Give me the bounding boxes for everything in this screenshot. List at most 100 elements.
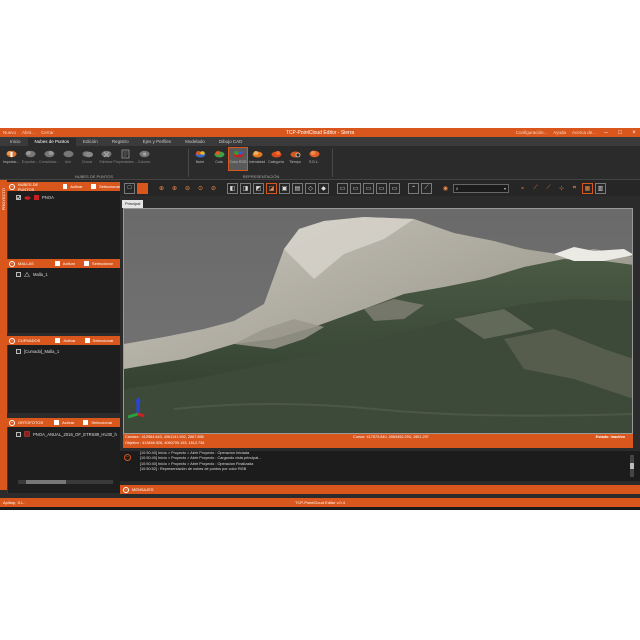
render-cota-button[interactable]: Cota [210,148,228,170]
list-item[interactable]: [Curvado]_Malla_1 [8,345,120,354]
view-bottom-icon[interactable]: ◨ [240,182,251,194]
tab-modelado[interactable]: Modelado [178,138,212,146]
list-item[interactable]: Malla_1 [8,268,120,277]
about-link[interactable]: Acerca de... [572,130,596,135]
monitor-4-icon[interactable]: ▭ [376,182,387,194]
zoom-in-icon[interactable]: ⊕ [169,183,180,194]
line-icon[interactable]: ⟋ [543,183,554,194]
collapse-icon[interactable]: − [9,183,15,190]
polyline-icon[interactable]: ⟋ [530,183,541,194]
collapse-icon[interactable]: − [124,454,131,461]
view-top-icon[interactable]: ◧ [227,182,238,194]
tab-principal[interactable]: Principal [122,200,144,208]
open-button[interactable]: Abrir... [22,130,35,135]
select-checkbox[interactable] [83,420,89,425]
view-front-icon[interactable]: ▣ [279,182,290,194]
zoom-extents-icon[interactable]: ⊕ [156,183,167,194]
close-icon[interactable]: × [630,130,638,136]
render-nube-button[interactable]: Nube [191,148,209,170]
item-checkbox[interactable] [16,349,21,354]
merge-button[interactable]: Unir [59,148,77,170]
level-dropdown[interactable]: 0 ▾ [453,183,509,193]
orange-square-icon[interactable] [137,182,148,194]
item-checkbox[interactable] [16,431,21,437]
rectangle-select-icon[interactable]: □ [124,182,135,194]
new-button[interactable]: Nuevo [3,130,16,135]
monitor-2-icon[interactable]: ▭ [350,182,361,194]
clone-button[interactable]: Clonar [78,148,96,170]
measure-icon[interactable]: ⟋ [421,182,432,194]
help-link[interactable]: Ayuda [553,130,566,135]
zoom-window-icon[interactable]: ⊙ [195,183,206,194]
tab-ejes-y-perfiles[interactable]: Ejes y Perfiles [136,138,179,146]
render-tiempo-button[interactable]: Tiempo [286,148,304,170]
activate-checkbox[interactable] [54,261,60,266]
layout-list-icon[interactable]: ▥ [595,182,606,194]
colors-button[interactable]: Colores [135,148,153,170]
ruler-icon[interactable]: ⌗ [569,183,580,194]
messages-header[interactable]: − MENSAJES [120,485,640,494]
3d-viewport[interactable] [123,208,633,434]
color-swatch[interactable] [34,195,39,200]
contours-header[interactable]: − CURVADOS Activar Seleccionar [7,336,120,345]
horizontal-scrollbar[interactable] [18,480,113,484]
contours-title: CURVADOS [18,338,41,343]
scrollbar-thumb[interactable] [26,480,66,484]
view-iso2-icon[interactable]: ◆ [318,182,329,194]
monitor-5-icon[interactable]: ▭ [389,182,400,194]
maximize-icon[interactable]: □ [616,130,624,136]
view-back-icon[interactable]: ▤ [292,182,303,194]
consolidate-button[interactable]: Consolidar... [39,148,59,170]
point-icon[interactable]: ∘ [517,183,528,194]
point-clouds-header[interactable]: − NUBES DE PUNTOS Activar Seleccionar [7,182,120,192]
app-window: Nuevo Abrir... Cerrar TCP-PointCloud Edi… [0,128,640,510]
render-categoria-button[interactable]: Categoría [267,148,285,170]
properties-icon [121,149,129,159]
properties-button[interactable]: Propiedades... [113,148,137,170]
collapse-icon[interactable]: − [9,337,15,344]
monitor-1-icon[interactable]: ▭ [337,182,348,194]
activate-checkbox[interactable] [62,184,68,189]
activate-checkbox[interactable] [55,338,61,343]
select-checkbox[interactable] [91,184,97,189]
scrollbar-thumb[interactable] [630,463,634,469]
activate-checkbox[interactable] [54,420,60,425]
collapse-icon[interactable]: − [9,419,15,426]
profile-icon[interactable]: ⌃ [408,182,419,194]
export-button[interactable]: Exportar... [21,148,39,170]
collapse-icon[interactable]: − [9,260,15,267]
minimize-icon[interactable]: – [602,130,610,136]
zoom-previous-icon[interactable]: ⊘ [208,183,219,194]
sphere-icon[interactable]: ◉ [440,183,451,194]
close-project-button[interactable]: Cerrar [41,130,54,135]
list-item[interactable]: PNOA_ANUAL_2016_OF_ETRS89_HU30_h [8,427,120,437]
collapse-icon[interactable]: − [123,486,129,493]
render-intensidad-button[interactable]: Intensidad [248,148,266,170]
monitor-3-icon[interactable]: ▭ [363,182,374,194]
list-item[interactable]: PNOA [8,191,120,200]
tab-nubes-de-puntos[interactable]: Nubes de Puntos [27,138,77,146]
render-color-rgb-button[interactable]: Color RGB [228,147,248,171]
tab-edicion[interactable]: Edición [76,138,105,146]
vertical-scrollbar[interactable] [630,455,634,477]
settings-link[interactable]: Configuración... [516,130,548,135]
tab-registro[interactable]: Registro [105,138,136,146]
render-sdl-button[interactable]: S.D.L. [305,148,323,170]
select-checkbox[interactable] [84,338,90,343]
crosshair-icon[interactable]: ⊹ [556,183,567,194]
delete-button[interactable]: Eliminar [97,148,115,170]
view-left-icon[interactable]: ◩ [253,182,264,194]
select-checkbox[interactable] [84,261,90,266]
item-checkbox[interactable] [16,195,21,200]
project-side-tab[interactable]: PROYECTO [0,180,7,490]
view-iso-icon[interactable]: ◇ [305,182,316,194]
view-right-icon[interactable]: ◪ [266,182,277,194]
meshes-header[interactable]: − MALLAS Activar Seleccionar [7,259,120,268]
tab-dibujo-cad[interactable]: Dibujo CAD [212,138,250,146]
layout-icon[interactable]: ▦ [582,182,593,194]
import-button[interactable]: Importar... [2,148,20,170]
item-checkbox[interactable] [16,272,21,277]
zoom-out-icon[interactable]: ⊖ [182,183,193,194]
tab-inicio[interactable]: Inicio [3,138,28,146]
orthophotos-header[interactable]: − ORTOFOTOS Activar Seleccionar [7,418,120,427]
